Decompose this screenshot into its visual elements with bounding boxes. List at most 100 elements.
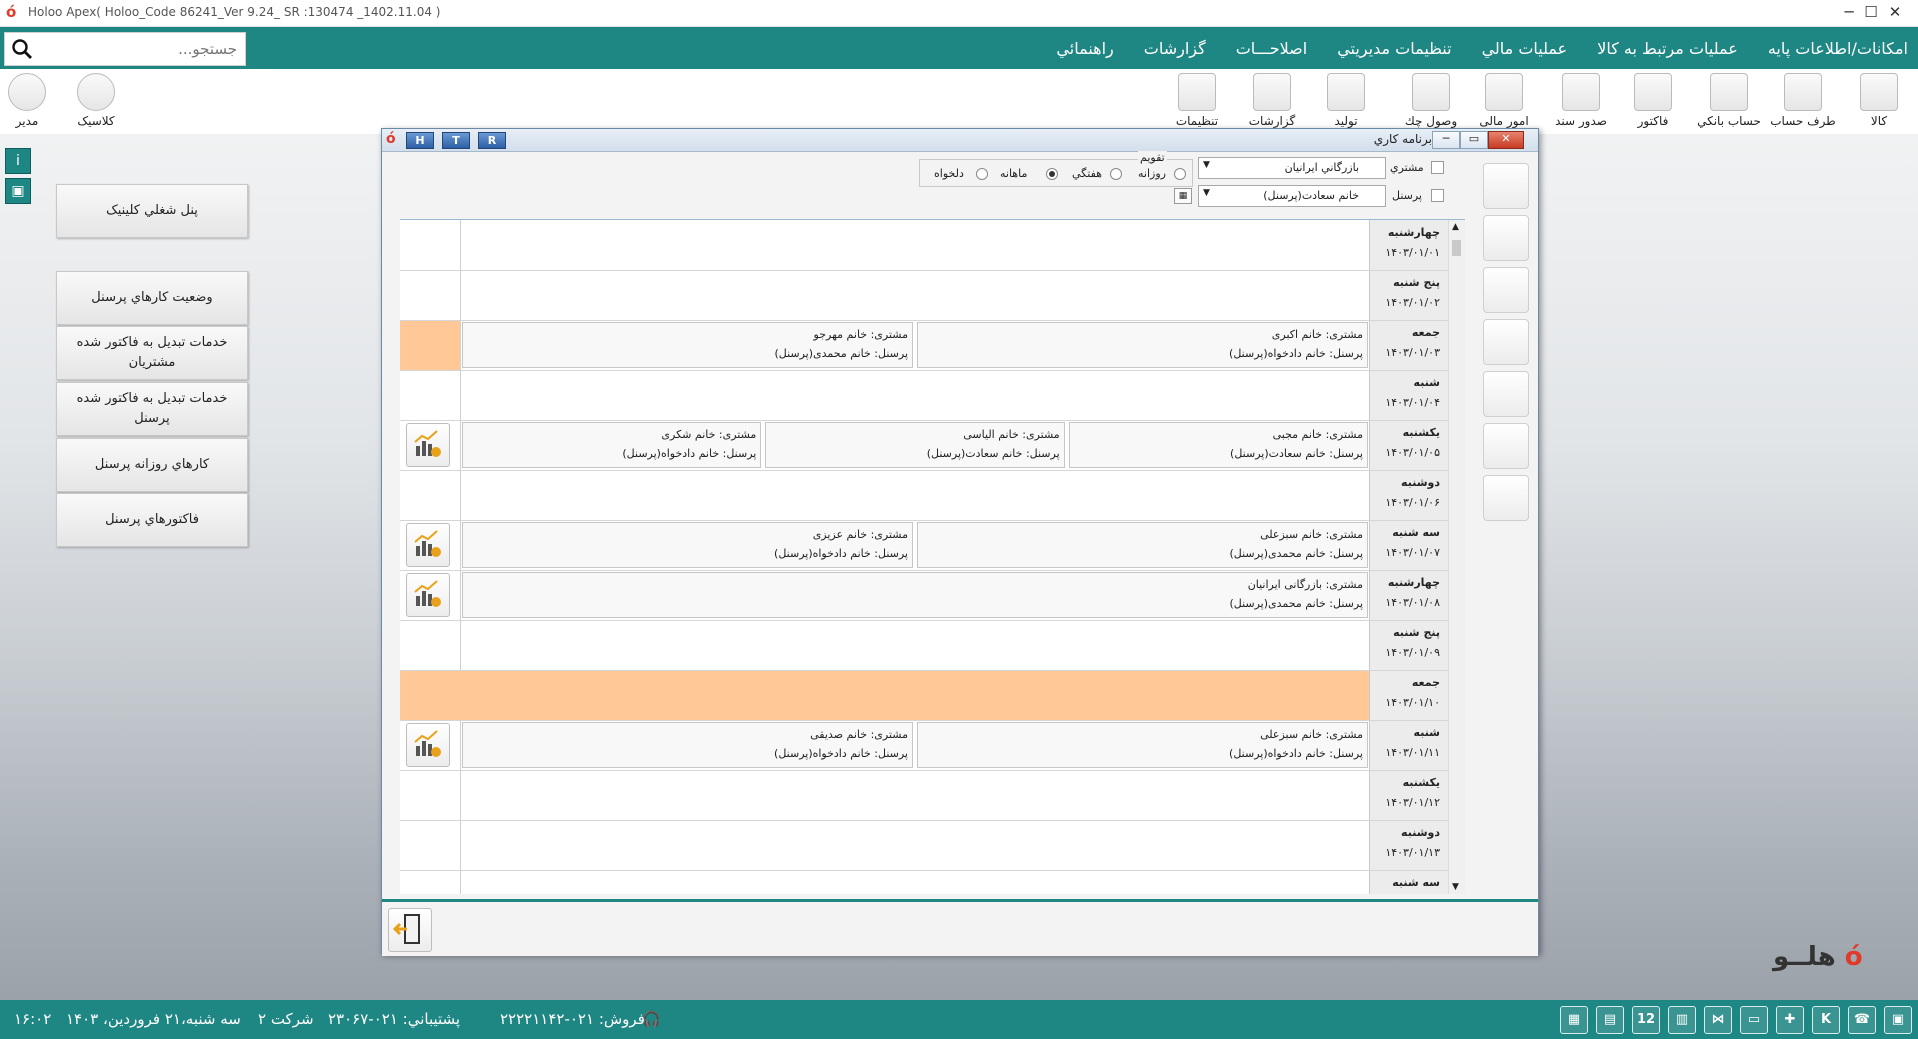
appointment-item[interactable]: مشتری: خانم مجبی پرسنل: خانم سعادت(پرسنل) [1068, 422, 1368, 468]
scroll-thumb[interactable] [1452, 240, 1461, 256]
personnel-filter-checkbox[interactable] [1431, 189, 1444, 202]
appointment-item[interactable]: مشتری: خانم سبزعلی پرسنل: خانم دادخواه(پر… [917, 722, 1368, 768]
phone-icon[interactable]: ☎ [1848, 1006, 1876, 1034]
toolbar-settings-button[interactable]: تنظیمات [1170, 71, 1224, 133]
dialog-minimize-button[interactable]: ─ [1432, 131, 1460, 149]
contact-card-icon[interactable]: ▣ [5, 178, 31, 204]
toolbar-goods-button[interactable]: کالا [1852, 71, 1906, 133]
toolbar-bank-account-button[interactable]: حساب بانکي [1692, 71, 1766, 133]
appointment-item[interactable]: مشتری: بازرگانی ایرانیان پرسنل: خانم محمد… [462, 572, 1368, 618]
k-icon[interactable]: K [1812, 1006, 1840, 1034]
toolbar-reports-button[interactable]: گزارشات [1244, 71, 1300, 133]
personnel-invoices-button[interactable]: فاکتورهاي پرسنل [56, 493, 248, 547]
toolbar-account-party-button[interactable]: طرف حساب [1770, 71, 1836, 133]
toolbar-classic-button[interactable]: کلاسیک [68, 71, 124, 133]
dashboard-grid-icon[interactable] [1483, 267, 1529, 313]
menu-goods-operations[interactable]: عمليات مرتبط به کالا [1597, 39, 1738, 58]
menu-corrections[interactable]: اصلاحـــات [1236, 39, 1307, 58]
search-input[interactable] [45, 37, 239, 61]
schedule-day-row[interactable]: يکشنبه ۱۴۰۳/۰۱/۱۲ [400, 770, 1465, 821]
appointment-item[interactable]: مشتری: خانم مهرجو پرسنل: خانم محمدی(پرسنل… [462, 322, 913, 368]
toolbar-finance-button[interactable]: امور مالی [1476, 71, 1532, 133]
menu-reports[interactable]: گزارشات [1144, 39, 1206, 58]
personnel-combobox[interactable]: خانم سعادت(پرسنل) ▼ [1198, 185, 1386, 207]
chart-icon[interactable]: ▥ [1668, 1006, 1696, 1034]
schedule-day-row[interactable]: مشتری: بازرگانی ایرانیان پرسنل: خانم محمد… [400, 570, 1465, 621]
chart-report-icon[interactable] [1483, 319, 1529, 365]
search-box[interactable] [4, 32, 246, 66]
exit-button[interactable] [388, 908, 432, 952]
scroll-up-icon[interactable]: ▲ [1452, 222, 1459, 232]
weekly-radio[interactable] [1110, 168, 1122, 180]
appointment-item[interactable]: مشتری: خانم الیاسی پرسنل: خانم سعادت(پرسن… [765, 422, 1065, 468]
appointment-item[interactable]: مشتری: خانم سبزعلی پرسنل: خانم محمدی(پرسن… [917, 522, 1368, 568]
personnel-tasks-status-button[interactable]: وضعيت کارهاي پرسنل [56, 271, 248, 325]
header-h-button[interactable]: H [406, 132, 434, 149]
share-icon[interactable]: ⋈ [1704, 1006, 1732, 1034]
appointment-item[interactable]: مشتری: خانم صدیقی پرسنل: خانم دادخواه(پرس… [462, 722, 913, 768]
schedule-day-row[interactable]: دوشنبه ۱۴۰۳/۰۱/۱۳ [400, 820, 1465, 871]
menu-financial-operations[interactable]: عمليات مالي [1482, 39, 1568, 58]
menu-management-settings[interactable]: تنظيمات مديريتي [1337, 39, 1451, 58]
customer-filter-checkbox[interactable] [1431, 161, 1444, 174]
toolbar-production-button[interactable]: تولید [1320, 71, 1372, 133]
personnel-invoiced-services-button[interactable]: خدمات تبدیل به فاکتور شده پرسنل [56, 382, 248, 436]
monthly-radio[interactable] [1046, 168, 1058, 180]
numbered-calendar-icon[interactable]: 12 [1632, 1006, 1660, 1034]
calendar-icon[interactable]: ▤ [1596, 1006, 1624, 1034]
schedule-day-row[interactable]: سه شنبه [400, 870, 1465, 894]
customer-invoiced-services-button[interactable]: خدمات تبدیل به فاکتور شده مشتریان [56, 326, 248, 380]
row-report-chart-icon[interactable] [406, 423, 450, 467]
grid-scrollbar[interactable]: ▲ ▼ [1448, 220, 1465, 894]
toolbar-cheque-button[interactable]: وصول چك [1400, 71, 1462, 133]
header-t-button[interactable]: T [442, 132, 470, 149]
scroll-down-icon[interactable]: ▼ [1452, 882, 1459, 892]
schedule-day-row[interactable]: جمعه ۱۴۰۳/۰۱/۱۰ [400, 670, 1465, 721]
menu-help[interactable]: راهنمائي [1056, 39, 1113, 58]
row-report-chart-icon[interactable] [406, 723, 450, 767]
add-customer-icon[interactable] [1483, 163, 1529, 209]
note-icon[interactable]: ▭ [1740, 1006, 1768, 1034]
calendar-grid-icon[interactable]: ▦ [1174, 188, 1192, 204]
schedule-day-row[interactable]: مشتری: خانم اکبری پرسنل: خانم دادخواه(پرس… [400, 320, 1465, 371]
table-icon[interactable] [1483, 371, 1529, 417]
cheque-icon [1412, 73, 1450, 111]
line-chart-icon[interactable] [1483, 423, 1529, 469]
daily-radio[interactable] [1174, 168, 1186, 180]
calculator-icon[interactable]: ▦ [1560, 1006, 1588, 1034]
personnel-daily-tasks-button[interactable]: کارهاي روزانه پرسنل [56, 438, 248, 492]
clinic-panel-button[interactable]: پنل شغلي کلينيک [56, 184, 248, 238]
search-icon[interactable] [11, 38, 33, 60]
row-report-chart-icon[interactable] [406, 573, 450, 617]
toolbar-invoice-button[interactable]: فاکتور [1628, 71, 1678, 133]
schedule-day-row[interactable]: پنج شنبه ۱۴۰۳/۰۱/۰۲ [400, 270, 1465, 321]
day-header-cell: پنج شنبه ۱۴۰۳/۰۱/۰۹ [1369, 620, 1448, 670]
schedule-day-row[interactable]: پنج شنبه ۱۴۰۳/۰۱/۰۹ [400, 620, 1465, 671]
close-button[interactable]: ✕ [1872, 0, 1918, 26]
schedule-day-row[interactable]: مشتری: خانم سبزعلی پرسنل: خانم دادخواه(پر… [400, 720, 1465, 771]
header-r-button[interactable]: R [478, 132, 506, 149]
plus-grid-icon[interactable]: ✚ [1776, 1006, 1804, 1034]
row-report-chart-icon[interactable] [406, 523, 450, 567]
appointment-item[interactable]: مشتری: خانم شکری پرسنل: خانم دادخواه(پرسن… [462, 422, 762, 468]
dialog-close-button[interactable]: ✕ [1488, 131, 1524, 149]
appointment-item[interactable]: مشتری: خانم عزیزی پرسنل: خانم دادخواه(پرس… [462, 522, 913, 568]
gear-icon[interactable] [1483, 475, 1529, 521]
clipboard-icon[interactable]: ▣ [1884, 1006, 1912, 1034]
toolbar-manager-button[interactable]: مدير [6, 71, 48, 133]
custom-radio[interactable] [976, 168, 988, 180]
info-icon[interactable]: i [5, 148, 31, 174]
add-product-icon[interactable] [1483, 215, 1529, 261]
day-header-cell: سه شنبه [1369, 870, 1448, 894]
menu-basic-info[interactable]: امکانات/اطلاعات پايه [1768, 39, 1908, 58]
chevron-down-icon: ▼ [1203, 188, 1210, 198]
schedule-day-row[interactable]: مشتری: خانم مجبی پرسنل: خانم سعادت(پرسنل)… [400, 420, 1465, 471]
schedule-day-row[interactable]: شنبه ۱۴۰۳/۰۱/۰۴ [400, 370, 1465, 421]
schedule-day-row[interactable]: دوشنبه ۱۴۰۳/۰۱/۰۶ [400, 470, 1465, 521]
schedule-day-row[interactable]: چهارشنبه ۱۴۰۳/۰۱/۰۱ [400, 220, 1465, 271]
customer-combobox[interactable]: بازرگاني ايرانيان ▼ [1198, 157, 1386, 179]
dialog-restore-button[interactable]: ▭ [1460, 131, 1488, 149]
toolbar-voucher-button[interactable]: صدور سند [1548, 71, 1614, 133]
schedule-day-row[interactable]: مشتری: خانم سبزعلی پرسنل: خانم محمدی(پرسن… [400, 520, 1465, 571]
appointment-item[interactable]: مشتری: خانم اکبری پرسنل: خانم دادخواه(پرس… [917, 322, 1368, 368]
